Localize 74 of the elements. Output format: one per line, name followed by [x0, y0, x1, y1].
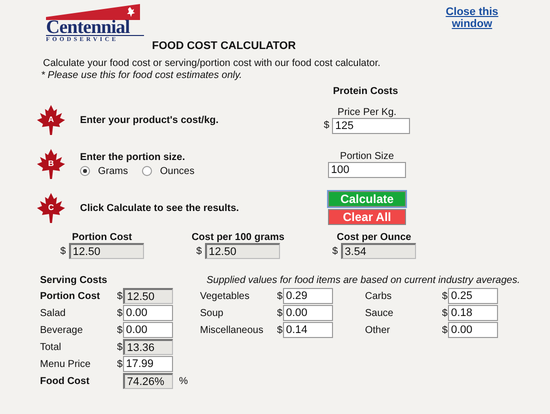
output-field[interactable]: 12.50 — [68, 243, 144, 259]
currency-label: $ — [117, 342, 122, 352]
currency-label: $ — [442, 308, 447, 318]
close-window-link[interactable]: Close this window — [442, 6, 502, 30]
output-field[interactable]: 12.50 — [204, 243, 280, 259]
result-label: Portion Cost — [72, 232, 132, 243]
currency-label: $ — [442, 324, 447, 336]
input-field[interactable]: 0.00 — [123, 305, 173, 321]
step-instruction: Click Calculate to see the results. — [80, 202, 240, 214]
input-field[interactable]: 0.00 — [123, 322, 173, 338]
input-field[interactable]: 0.25 — [448, 288, 498, 304]
cost-label: Portion Cost — [40, 290, 101, 302]
currency-label: $ — [324, 120, 330, 131]
cost-label: Vegetables — [200, 290, 250, 302]
output-field[interactable]: 3.54 — [340, 243, 416, 259]
maple-leaf-icon — [37, 193, 65, 223]
maple-leaf-icon — [37, 105, 65, 135]
cost-label: Other — [365, 324, 392, 336]
cost-label: Soup — [200, 308, 224, 318]
logo-wordmark: Centennial — [46, 20, 131, 35]
output-field[interactable]: 13.36 — [123, 339, 173, 355]
currency-label: $ — [332, 246, 338, 256]
intro-text: Calculate your food cost or serving/portion cost with our food cost calculator. — [43, 58, 382, 70]
field-label: Price Per Kg. — [338, 106, 396, 118]
currency-label: $ — [117, 308, 122, 318]
currency-label: $ — [60, 246, 66, 256]
currency-label: $ — [117, 290, 122, 302]
section-heading: Protein Costs — [333, 86, 400, 98]
section-heading: Serving Costs — [40, 275, 108, 286]
cost-label: Carbs — [365, 290, 393, 302]
percent-label: % — [179, 376, 188, 386]
cost-label: Food Cost — [40, 376, 90, 386]
cost-label: Miscellaneous — [200, 324, 264, 336]
currency-label: $ — [117, 324, 122, 336]
estimates-link[interactable]: estimates — [176, 70, 219, 81]
radio-button[interactable] — [80, 166, 90, 176]
currency-label: $ — [277, 290, 282, 302]
input-field[interactable]: 0.00 — [448, 322, 498, 338]
input-field[interactable]: 0.14 — [283, 322, 333, 338]
currency-label: $ — [277, 308, 282, 318]
clear-button[interactable]: Clear All — [328, 209, 406, 225]
input-field[interactable]: 0.18 — [448, 305, 498, 321]
currency-label: $ — [277, 324, 282, 336]
logo-swoosh-icon — [46, 4, 140, 20]
output-field[interactable]: 12.50 — [123, 288, 173, 304]
step-letter: A — [47, 115, 55, 124]
input-field[interactable]: 0.29 — [283, 288, 333, 304]
cost-label: Menu Price — [40, 358, 92, 370]
output-field[interactable]: 74.26% — [123, 373, 173, 389]
input-field[interactable]: 0.00 — [283, 305, 333, 321]
field-label: Portion Size — [340, 150, 394, 162]
step-letter: C — [47, 203, 55, 212]
maple-leaf-icon — [37, 149, 65, 179]
currency-label: $ — [442, 290, 447, 302]
result-label: Cost per 100 grams — [192, 232, 284, 243]
step-instruction: Enter the portion size. — [80, 152, 186, 162]
cost-label: Beverage — [40, 324, 84, 336]
input-field[interactable]: 125 — [332, 118, 410, 134]
step-letter: B — [47, 159, 55, 168]
currency-label: $ — [196, 246, 202, 256]
currency-label: $ — [117, 358, 122, 370]
page-title: FOOD COST CALCULATOR — [152, 40, 296, 52]
cost-label: Total — [40, 342, 62, 352]
radio-label: Grams — [98, 166, 128, 176]
result-label: Cost per Ounce — [336, 232, 412, 243]
radio-button[interactable] — [142, 166, 152, 176]
input-field[interactable]: 17.99 — [123, 356, 173, 372]
input-field[interactable]: 100 — [328, 162, 406, 178]
step-instruction: Enter your product's cost/kg. — [80, 114, 220, 126]
estimate-note: * Please use this for food cost estimates only. — [41, 70, 244, 82]
cost-label: Salad — [40, 308, 67, 318]
averages-note: Supplied values for food items are based on current industry averages. — [206, 275, 520, 286]
cost-label: Sauce — [365, 308, 394, 318]
radio-label: Ounces — [160, 166, 194, 176]
